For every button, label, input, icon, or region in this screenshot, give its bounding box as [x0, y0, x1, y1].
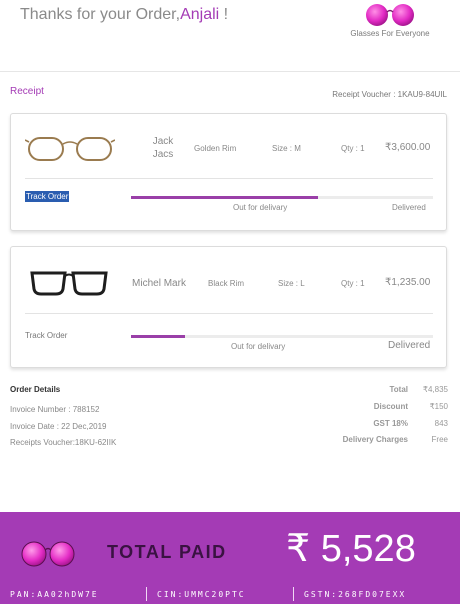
total-paid-label: TOTAL PAID	[107, 542, 227, 562]
thanks-message: Thanks for your Order,Anjali !	[20, 6, 228, 24]
delivered-label: Delivered	[392, 203, 426, 212]
summary-value-gst: 843	[434, 419, 448, 428]
product-qty: Qty : 1	[341, 279, 365, 288]
divider	[25, 313, 433, 314]
summary-label-gst: GST 18%	[373, 419, 408, 428]
pink-glasses-logo-icon	[366, 4, 414, 26]
summary-value-discount: ₹150	[429, 402, 448, 411]
brand: Glasses For Everyone	[340, 2, 440, 38]
brand-tagline: Glasses For Everyone	[350, 29, 430, 38]
summary-label-total: Total	[389, 385, 408, 394]
receipt-label: Receipt	[10, 86, 44, 97]
header: Thanks for your Order,Anjali ! Glasses F…	[0, 0, 460, 72]
delivery-progress-fill	[131, 335, 186, 338]
order-card: Jack Jacs Golden Rim Size : M Qty : 1 ₹3…	[10, 113, 447, 231]
pan-number: PAN:AA02hDW7E	[10, 590, 99, 599]
product-price: ₹3,600.00	[385, 142, 431, 153]
product-size: Size : L	[278, 279, 305, 288]
track-order-link[interactable]: Track Order	[25, 331, 67, 340]
invoice-date: Invoice Date : 22 Dec,2019	[10, 422, 107, 431]
customer-name: Anjali	[180, 6, 220, 23]
summary-label-delivery: Delivery Charges	[342, 435, 408, 444]
delivery-progress-bar	[131, 335, 433, 338]
order-details-title: Order Details	[10, 385, 61, 394]
pink-glasses-logo-icon	[21, 541, 75, 567]
summary-value-delivery: Free	[431, 435, 448, 444]
summary-value-total: ₹4,835	[422, 385, 448, 394]
total-paid-value: ₹ 5,528	[286, 528, 416, 570]
thanks-suffix: !	[219, 6, 229, 23]
product-rim: Golden Rim	[194, 144, 237, 153]
gstn-number: GSTN:268FD07EXX	[304, 590, 407, 599]
order-card: Michel Mark Black Rim Size : L Qty : 1 ₹…	[10, 246, 447, 368]
cin-number: CIN:UMMC20PTC	[157, 590, 246, 599]
delivered-label: Delivered	[388, 340, 431, 351]
eyeglasses-frame-image	[25, 137, 115, 161]
track-order-link[interactable]: Track Order	[25, 191, 70, 202]
summary-label-discount: Discount	[373, 402, 408, 411]
receipts-voucher: Receipts Voucher:18KU-62IIK	[10, 438, 117, 447]
delivery-progress-fill	[131, 196, 319, 199]
invoice-number: Invoice Number : 788152	[10, 405, 100, 414]
delivery-status-label: Out for delivary	[233, 203, 288, 212]
receipt-voucher: Receipt Voucher : 1KAU9-84UIL	[332, 90, 447, 99]
product-size: Size : M	[272, 144, 301, 153]
product-name: Jack Jacs	[152, 136, 174, 160]
divider	[146, 587, 147, 601]
divider	[293, 587, 294, 601]
eyeglasses-frame-image	[30, 271, 108, 296]
delivery-progress-bar	[131, 196, 433, 199]
divider	[25, 178, 433, 179]
product-rim: Black Rim	[208, 279, 245, 288]
thanks-prefix: Thanks for your Order,	[20, 6, 181, 23]
product-name: Michel Mark	[132, 278, 186, 289]
product-price: ₹1,235.00	[385, 277, 431, 288]
product-qty: Qty : 1	[341, 144, 365, 153]
total-paid-footer: TOTAL PAID ₹ 5,528 PAN:AA02hDW7E CIN:UMM…	[0, 512, 460, 604]
delivery-status-label: Out for delivary	[231, 342, 286, 351]
